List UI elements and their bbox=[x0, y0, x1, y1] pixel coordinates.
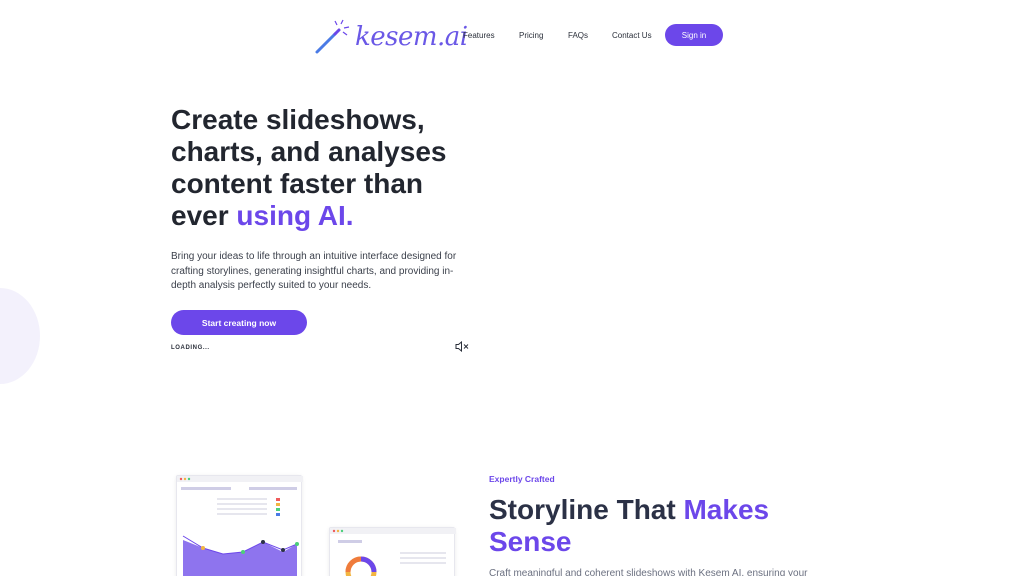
slide-mockup-chart-graphic bbox=[177, 476, 303, 576]
slide-mockup-donut-graphic bbox=[330, 528, 456, 576]
nav-features[interactable]: Features bbox=[463, 31, 495, 40]
sign-in-button[interactable]: Sign in bbox=[665, 24, 723, 46]
magic-wand-icon bbox=[315, 19, 350, 54]
slide-mockup-chart bbox=[176, 475, 303, 576]
speaker-muted-icon[interactable] bbox=[455, 341, 469, 352]
hero-title-accent: using AI. bbox=[236, 200, 354, 231]
nav-contact-us[interactable]: Contact Us bbox=[612, 31, 652, 40]
nav-pricing[interactable]: Pricing bbox=[519, 31, 543, 40]
storyline-title-main: Storyline That bbox=[489, 494, 684, 525]
site-header: kesem.ai Features Pricing FAQs Contact U… bbox=[0, 0, 1024, 70]
slide-mockup-donut bbox=[329, 527, 456, 576]
nav-faqs[interactable]: FAQs bbox=[568, 31, 588, 40]
storyline-title: Storyline That Makes Sense bbox=[489, 494, 809, 558]
start-creating-button[interactable]: Start creating now bbox=[171, 310, 307, 335]
section-eyebrow: Expertly Crafted bbox=[489, 474, 555, 484]
brand-name: kesem.ai bbox=[355, 22, 468, 52]
storyline-description: Craft meaningful and coherent slideshows… bbox=[489, 568, 808, 576]
hero-title: Create slideshows, charts, and analyses … bbox=[171, 104, 471, 232]
loading-indicator: LOADING... bbox=[171, 345, 210, 351]
decorative-circle bbox=[0, 288, 40, 384]
hero-description: Bring your ideas to life through an intu… bbox=[171, 251, 457, 291]
brand-logo[interactable]: kesem.ai bbox=[313, 18, 468, 56]
